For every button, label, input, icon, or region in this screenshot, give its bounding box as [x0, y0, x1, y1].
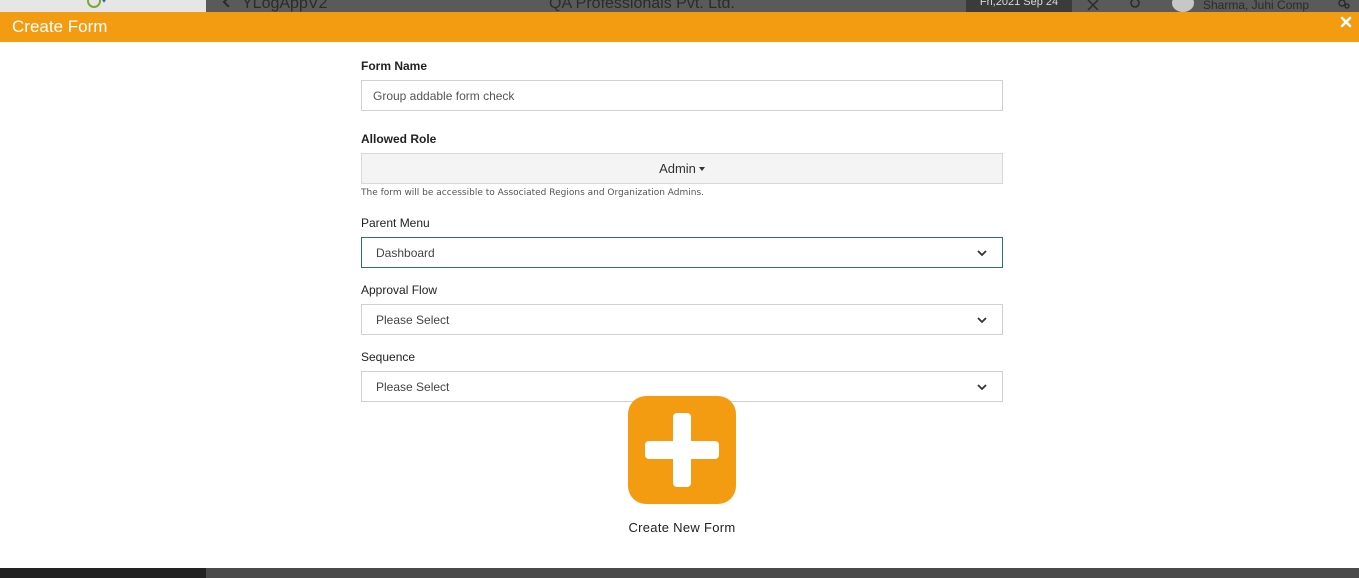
caret-down-icon	[698, 166, 705, 171]
sequence-group: Sequence Please Select	[361, 350, 1003, 402]
create-new-form-button[interactable]	[628, 396, 736, 504]
sequence-label: Sequence	[361, 350, 416, 364]
approval-flow-select[interactable]: Please Select	[361, 304, 1003, 335]
app-logo-icon	[87, 0, 106, 8]
parent-menu-label: Parent Menu	[361, 216, 430, 230]
background-date-box: Fri,2021 Sep 24	[966, 0, 1072, 12]
allowed-role-dropdown[interactable]: Admin	[361, 153, 1003, 184]
approval-flow-value: Please Select	[376, 312, 450, 327]
background-date-text: Fri,2021 Sep 24	[979, 0, 1059, 8]
background-bottom-bar	[0, 568, 1359, 578]
form-name-group: Form Name	[361, 59, 1003, 111]
background-org-name: QA Professionals Pvt. Ltd.	[549, 0, 735, 12]
bell-icon	[1130, 0, 1140, 8]
chevron-down-icon	[977, 383, 987, 390]
modal-header: Create Form	[0, 12, 1359, 42]
form-name-input[interactable]	[361, 80, 1003, 111]
parent-menu-group: Parent Menu Dashboard	[361, 216, 1003, 268]
approval-flow-group: Approval Flow Please Select	[361, 283, 1003, 335]
allowed-role-value: Admin	[659, 161, 696, 176]
allowed-role-label: Allowed Role	[361, 132, 437, 146]
settings-icon	[1338, 0, 1350, 9]
chevron-down-icon	[977, 249, 987, 256]
background-app-bar: YLogAppV2 QA Professionals Pvt. Ltd. Fri…	[0, 0, 1359, 12]
background-user-name: Sharma, Juhi Comp	[1203, 0, 1310, 12]
sequence-value: Please Select	[376, 379, 450, 394]
parent-menu-select[interactable]: Dashboard	[361, 237, 1003, 268]
background-app-name: YLogAppV2	[242, 0, 328, 12]
approval-flow-label: Approval Flow	[361, 283, 438, 297]
chevron-down-icon	[977, 316, 987, 323]
background-bottom-left	[0, 568, 206, 578]
form-name-label: Form Name	[361, 59, 428, 73]
close-icon[interactable]	[1339, 15, 1353, 29]
allowed-role-help: The form will be accessible to Associate…	[361, 188, 705, 198]
tools-icon	[1087, 0, 1099, 10]
avatar	[1172, 0, 1194, 12]
back-chevron-icon	[222, 0, 230, 7]
create-new-form-label: Create New Form	[628, 520, 736, 535]
allowed-role-group: Allowed Role Admin The form will be acce…	[361, 132, 1003, 199]
create-form-modal: Create Form Form Name Allowed Role Admin…	[0, 12, 1359, 568]
parent-menu-value: Dashboard	[376, 245, 435, 260]
plus-icon	[645, 413, 719, 487]
modal-title: Create Form	[12, 17, 108, 36]
create-form: Form Name Allowed Role Admin The form wi…	[361, 54, 1003, 402]
